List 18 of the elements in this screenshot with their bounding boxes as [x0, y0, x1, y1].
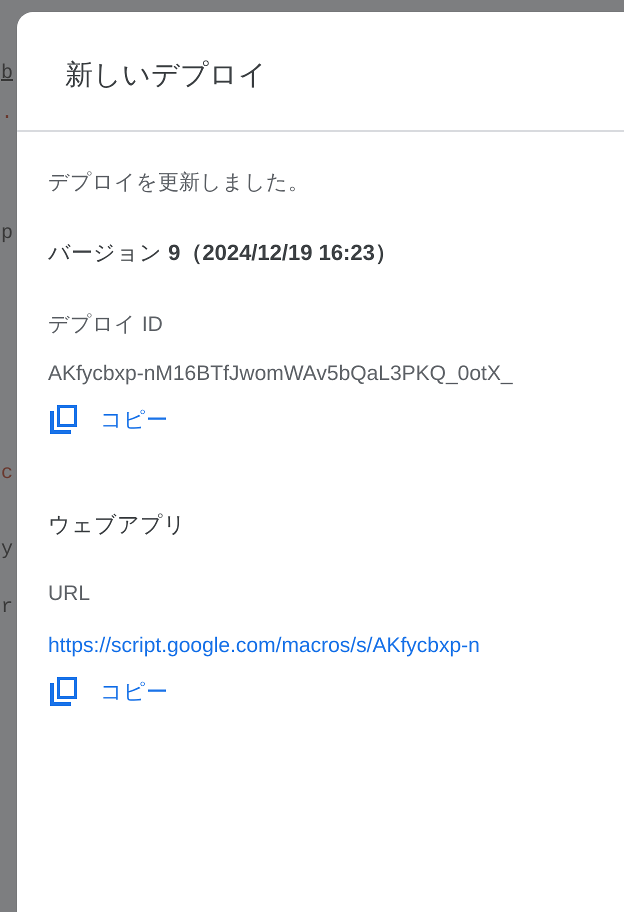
code-fragment: r: [1, 596, 14, 619]
dialog-title: 新しいデプロイ: [65, 58, 267, 92]
section-heading: ウェブアプリ: [48, 511, 186, 539]
copy-icon: [48, 676, 78, 708]
code-fragment: y: [1, 538, 14, 561]
version-info: バージョン 9（2024/12/19 16:23）: [48, 239, 397, 267]
code-fragment: c: [1, 462, 14, 485]
deployment-id: AKfycbxp-nM16BTfJwomWAv5bQaL3PKQ_0otX_: [48, 362, 513, 386]
code-fragment: p: [1, 222, 14, 245]
copy-button[interactable]: コピー: [48, 404, 168, 436]
copy-button[interactable]: コピー: [48, 676, 168, 708]
field-label: URL: [48, 582, 90, 606]
code-fragment: b: [1, 62, 14, 85]
copy-icon: [48, 404, 78, 436]
code-fragment: .: [1, 102, 14, 125]
url-link[interactable]: https://script.google.com/macros/s/AKfycbxp-n: [48, 634, 480, 658]
status-message: デプロイを更新しました。: [48, 170, 309, 196]
field-label: デプロイ ID: [48, 312, 163, 338]
